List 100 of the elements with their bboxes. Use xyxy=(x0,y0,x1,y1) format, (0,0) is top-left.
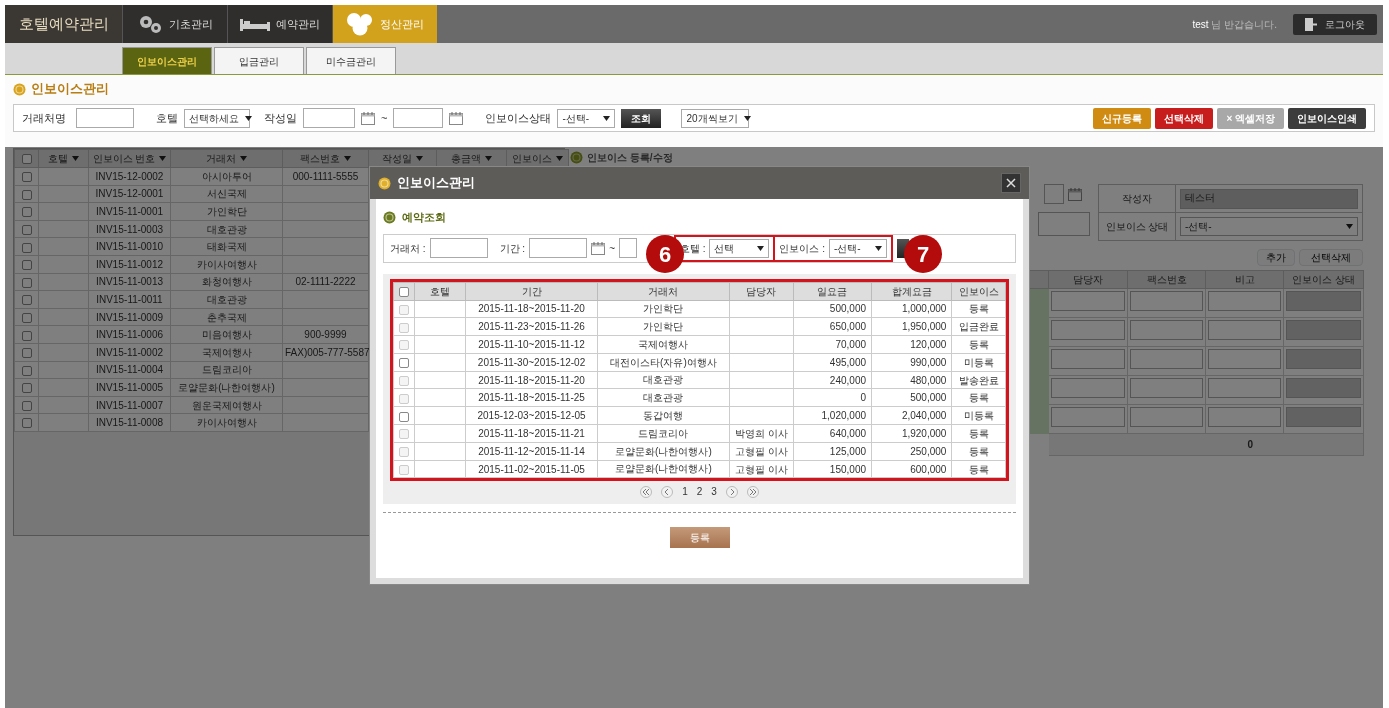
action-button[interactable]: 인보이스인쇄 xyxy=(1288,107,1366,129)
checkbox[interactable] xyxy=(21,154,32,165)
input-field[interactable] xyxy=(1130,378,1203,398)
column-header[interactable]: 총금액 xyxy=(436,149,507,168)
column-header[interactable]: 거래처 xyxy=(170,149,283,168)
first-page-icon xyxy=(642,488,651,495)
input-field[interactable] xyxy=(429,238,488,258)
page-link[interactable]: 1 xyxy=(682,484,688,500)
page-link[interactable]: 3 xyxy=(711,484,717,500)
checkbox[interactable] xyxy=(21,330,32,341)
sub-tab[interactable]: 입금관리 xyxy=(214,47,304,74)
input-field[interactable] xyxy=(76,108,134,128)
previous-page-button[interactable] xyxy=(661,485,674,498)
input-field[interactable] xyxy=(1130,291,1203,311)
checkbox[interactable] xyxy=(21,207,32,218)
date-field[interactable] xyxy=(393,108,444,128)
caret-icon xyxy=(875,245,882,251)
checkbox[interactable] xyxy=(21,277,32,288)
coin-icon xyxy=(378,176,391,190)
caret-icon xyxy=(485,156,492,161)
input-field[interactable] xyxy=(1208,378,1281,398)
dialog-title: 인보이스관리 xyxy=(397,174,475,193)
column-header: 인보이스 상태 xyxy=(1283,270,1364,289)
input-field[interactable] xyxy=(1051,320,1125,340)
column-header[interactable]: 호텔 xyxy=(38,149,89,168)
column-header: 담당자 xyxy=(729,282,794,300)
column-header: 비고 xyxy=(1205,270,1284,289)
input-field[interactable] xyxy=(1286,407,1361,427)
menu-tab[interactable]: 예약관리 xyxy=(227,5,332,43)
caret-icon xyxy=(556,156,563,161)
input-field[interactable] xyxy=(1286,349,1361,369)
logout-button[interactable]: 로그아웃 xyxy=(1293,13,1377,35)
input-field[interactable] xyxy=(1130,407,1203,427)
checkbox[interactable] xyxy=(21,189,32,200)
hotel-dropdown[interactable]: 선택하세요 xyxy=(184,108,250,128)
checkbox[interactable] xyxy=(21,312,32,323)
next-page-button[interactable] xyxy=(725,485,738,498)
checkbox[interactable] xyxy=(21,383,32,394)
callout-marker: 7 xyxy=(904,235,942,273)
input-field[interactable] xyxy=(1208,407,1281,427)
column-header: 담당자 xyxy=(1048,270,1128,289)
action-button[interactable]: 선택삭제 xyxy=(1155,107,1214,129)
input-field[interactable] xyxy=(1286,291,1361,311)
input-field[interactable] xyxy=(1130,349,1203,369)
checkbox[interactable] xyxy=(398,411,409,422)
column-header[interactable]: 팩스번호 xyxy=(282,149,369,168)
checkbox[interactable] xyxy=(21,418,32,429)
add-button[interactable]: 추가 xyxy=(1257,249,1295,266)
column-header[interactable]: 인보이스 xyxy=(506,149,569,168)
calendar-icon xyxy=(1068,187,1082,201)
input-field[interactable] xyxy=(1208,291,1281,311)
checkbox[interactable] xyxy=(21,172,32,183)
checkbox[interactable] xyxy=(21,348,32,359)
input-field[interactable] xyxy=(1051,407,1125,427)
checkbox[interactable] xyxy=(21,224,32,235)
checkbox[interactable] xyxy=(21,242,32,253)
status-dropdown[interactable]: -선택- xyxy=(557,108,616,128)
date-field[interactable] xyxy=(529,238,588,258)
input-field[interactable] xyxy=(1208,320,1281,340)
page-size-dropdown[interactable]: 20개씩보기 xyxy=(681,108,750,128)
checkbox[interactable] xyxy=(398,286,409,297)
hotel-dropdown[interactable]: 선택 xyxy=(709,238,770,258)
status-dropdown[interactable]: -선택- xyxy=(1180,217,1358,236)
delete-button[interactable]: 선택삭제 xyxy=(1299,249,1363,266)
column-header[interactable]: 작성일 xyxy=(368,149,437,168)
checkbox[interactable] xyxy=(21,260,32,271)
menu-tab[interactable]: 기초관리 xyxy=(122,5,227,43)
input-field[interactable] xyxy=(1051,378,1125,398)
register-button[interactable]: 등록 xyxy=(669,527,730,549)
last-page-button[interactable] xyxy=(746,485,759,498)
checkbox[interactable] xyxy=(21,295,32,306)
close-button[interactable] xyxy=(1001,173,1021,193)
input-field[interactable] xyxy=(1286,378,1361,398)
first-page-button[interactable] xyxy=(640,485,653,498)
date-field[interactable] xyxy=(1044,184,1064,204)
column-header: 합계요금 xyxy=(871,282,952,300)
input-field[interactable] xyxy=(1208,349,1281,369)
column-header: 호텔 xyxy=(414,282,466,300)
coin-icon xyxy=(570,150,583,164)
caret-icon xyxy=(757,245,765,251)
checkbox[interactable] xyxy=(398,358,409,369)
page-link[interactable]: 2 xyxy=(696,484,703,500)
sub-tab[interactable]: 인보이스관리 xyxy=(122,47,212,74)
input-field[interactable] xyxy=(1051,349,1125,369)
caret-icon xyxy=(240,156,247,161)
caret-icon xyxy=(1346,224,1353,229)
input-field[interactable] xyxy=(1130,320,1203,340)
date-field[interactable] xyxy=(618,238,637,258)
search-button[interactable]: 조회 xyxy=(621,108,662,128)
checkbox[interactable] xyxy=(21,400,32,411)
input-field[interactable] xyxy=(1286,320,1361,340)
date-field[interactable] xyxy=(303,108,355,128)
sub-tab[interactable]: 미수금관리 xyxy=(306,47,396,74)
invoice-dropdown[interactable]: -선택- xyxy=(829,238,887,258)
last-page-icon xyxy=(748,488,757,495)
column-header[interactable]: 인보이스 번호 xyxy=(88,149,171,168)
input-field[interactable] xyxy=(1051,291,1125,311)
checkbox[interactable] xyxy=(21,365,32,376)
column-header: 거래처 xyxy=(597,282,730,300)
text-area[interactable] xyxy=(1038,212,1090,236)
